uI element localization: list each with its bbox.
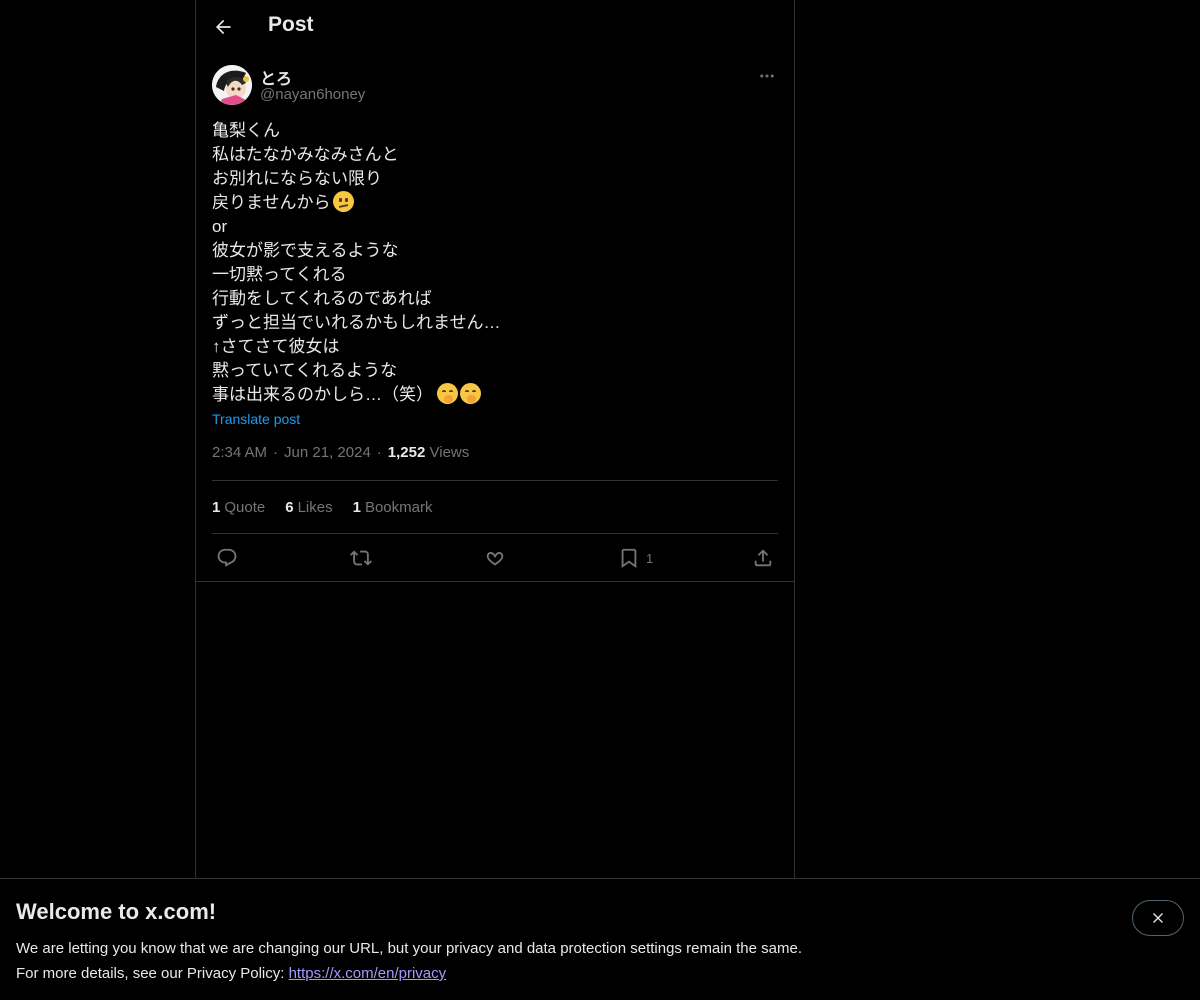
banner-line-prefix: For more details, see our Privacy Policy… — [16, 965, 289, 982]
tweet-line: 行動をしてくれるのであれば — [212, 289, 432, 308]
page-title: Post — [268, 13, 314, 36]
tweet-line: お別れにならない限り — [212, 169, 382, 188]
tweet-line: 黙っていてくれるような — [212, 361, 398, 380]
tweet-line-text: 戻りませんから — [212, 193, 331, 212]
tweet-text: 亀梨くん 私はたなかみなみさんと お別れにならない限り 戻りませんから or 彼… — [212, 119, 778, 407]
like-button[interactable] — [484, 546, 506, 570]
quotes-label: Quote — [224, 498, 266, 516]
tweet-date[interactable]: Jun 21, 2024 — [284, 444, 371, 461]
tweet-line: ずっと担当でいれるかもしれません… — [212, 313, 501, 332]
page: Post とろ @nayan6honey 亀梨くん 私はたなかみなみさんと お別… — [0, 0, 1200, 1000]
repost-icon — [350, 550, 372, 566]
tweet-line: or — [212, 217, 228, 236]
separator-dot: · — [376, 444, 382, 461]
banner-close-button[interactable] — [1132, 900, 1184, 936]
user-handle[interactable]: @nayan6honey — [260, 86, 365, 103]
tweet: とろ @nayan6honey 亀梨くん 私はたなかみなみさんと お別れにならな… — [212, 65, 778, 582]
close-icon — [1153, 913, 1163, 923]
tweet-line-with-emoji: 事は出来るのかしら…（笑） — [212, 383, 778, 407]
views-count: 1,252 — [387, 444, 426, 461]
tweet-line: 亀梨くん — [212, 121, 280, 140]
tweet-line-with-emoji: 戻りませんから — [212, 191, 778, 215]
likes-label: Likes — [297, 498, 333, 516]
heart-icon — [486, 552, 504, 566]
face-with-diagonal-mouth-icon — [332, 191, 354, 212]
bookmark-icon — [621, 548, 637, 569]
bookmarks-count: 1 — [352, 498, 361, 516]
banner-line: For more details, see our Privacy Policy… — [16, 961, 802, 986]
author-row: とろ @nayan6honey — [212, 65, 778, 107]
more-dots-icon — [760, 74, 774, 78]
views-label: Views — [429, 444, 470, 461]
tweet-divider — [196, 581, 794, 582]
primary-column: Post とろ @nayan6honey 亀梨くん 私はたなかみなみさんと お別… — [195, 0, 795, 879]
tweet-line: 一切黙ってくれる — [212, 265, 347, 284]
likes-count: 6 — [285, 498, 294, 516]
tweet-line: 彼女が影で支えるような — [212, 241, 399, 260]
privacy-policy-link[interactable]: https://x.com/en/privacy — [289, 965, 447, 982]
share-button[interactable] — [752, 546, 774, 570]
avatar-image — [212, 65, 252, 105]
quotes-stat[interactable]: 1 Quote — [212, 499, 265, 516]
face-with-hand-over-mouth-icon — [437, 383, 458, 404]
welcome-banner: Welcome to x.com! We are letting you kno… — [0, 878, 1200, 1000]
banner-text: We are letting you know that we are chan… — [16, 936, 802, 986]
share-icon — [754, 549, 772, 567]
bookmark-button[interactable]: 1 — [618, 546, 653, 570]
face-with-hand-over-mouth-icon — [460, 383, 481, 404]
banner-line: We are letting you know that we are chan… — [16, 940, 802, 957]
bookmarks-stat[interactable]: 1 Bookmark — [353, 499, 433, 516]
likes-stat[interactable]: 6 Likes — [285, 499, 332, 516]
translate-post-link[interactable]: Translate post — [212, 411, 778, 427]
tweet-meta: 2:34 AM · Jun 21, 2024 · 1,252 Views — [212, 444, 778, 464]
banner-title: Welcome to x.com! — [16, 899, 217, 924]
separator-dot: · — [273, 444, 279, 461]
tweet-line: ↑さてさて彼女は — [212, 337, 340, 356]
repost-button[interactable] — [350, 546, 372, 570]
back-button[interactable] — [206, 10, 240, 44]
bookmarks-label: Bookmark — [364, 498, 433, 516]
more-options-button[interactable] — [756, 65, 778, 87]
tweet-line-text: 事は出来るのかしら…（笑） — [212, 385, 433, 404]
action-bar: 1 — [212, 534, 778, 582]
engagement-stats: 1 Quote 6 Likes 1 Bookmark — [212, 480, 778, 534]
reply-button[interactable] — [216, 546, 238, 570]
top-bar: Post — [196, 0, 794, 53]
avatar[interactable] — [212, 65, 252, 105]
arrow-left-icon — [216, 19, 231, 35]
tweet-time[interactable]: 2:34 AM — [212, 444, 267, 461]
reply-icon — [217, 548, 237, 567]
tweet-line: 私はたなかみなみさんと — [212, 145, 399, 164]
quotes-count: 1 — [212, 498, 221, 516]
bookmark-count: 1 — [646, 550, 654, 566]
